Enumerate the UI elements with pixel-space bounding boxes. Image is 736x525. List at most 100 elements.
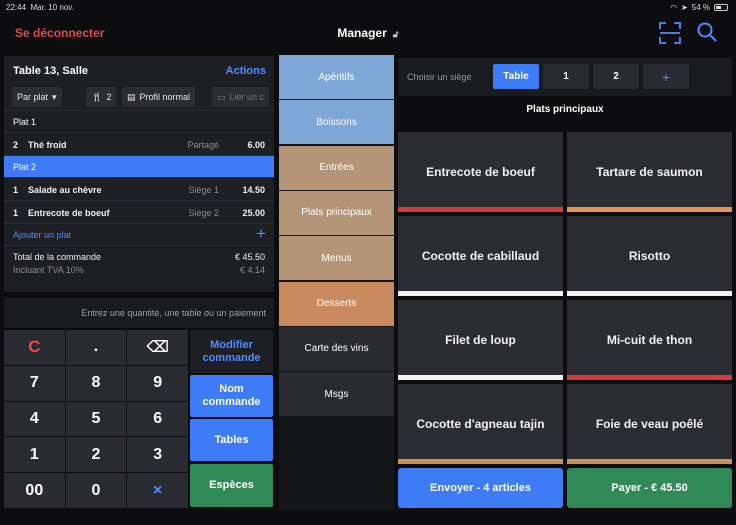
order-panel: Table 13, Salle Actions Par plat ▾ 🍴︎ 2 ▤ P…	[4, 56, 274, 292]
pay-button[interactable]: Payer - € 45.50	[567, 468, 732, 508]
search-icon[interactable]	[697, 22, 717, 42]
send-button[interactable]: Envoyer - 4 articles	[398, 468, 563, 508]
guests-chip[interactable]: 🍴︎ 2	[86, 87, 117, 107]
dish-button[interactable]: Cocotte de cabillaud	[398, 216, 563, 296]
multiply-key[interactable]: ×	[127, 473, 188, 508]
profile-icon: ▤	[127, 91, 136, 102]
category-entr-es[interactable]: Entrées	[279, 145, 394, 190]
dish-color-bar	[567, 207, 732, 212]
menu-category-title: Plats principaux	[526, 104, 604, 115]
add-dish-label: Ajouter un plat	[13, 230, 72, 240]
order-line[interactable]: 1 Salade au chèvre Siège 1 14.50	[4, 177, 274, 200]
keypad-key[interactable]: 0	[65, 473, 127, 508]
mode-select[interactable]: Par plat ▾	[12, 87, 62, 107]
dish-button[interactable]: Risotto	[567, 216, 732, 296]
order-header: Table 13, Salle Actions	[4, 56, 274, 86]
scan-icon[interactable]	[659, 22, 681, 44]
dish-button[interactable]: Entrecote de boeuf	[398, 132, 563, 212]
dish-name: Cocotte de cabillaud	[421, 249, 540, 263]
course-header-active[interactable]: Plat 2	[4, 155, 274, 177]
battery-text: 54 %	[691, 3, 710, 12]
page-title: Manager 🔓︎	[0, 26, 736, 40]
dish-button[interactable]: Foie de veau poêlé	[567, 384, 732, 464]
category-list: Apéritifs Boissons Entrées Plats principaux…	[279, 55, 394, 510]
page-title-text: Manager	[337, 26, 387, 40]
add-dish-row[interactable]: Ajouter un plat +	[4, 223, 274, 245]
dish-name: Filet de loup	[445, 333, 516, 347]
dish-name: Entrecote de boeuf	[426, 165, 535, 179]
status-time: 22:44 Mar. 10 nov.	[6, 3, 74, 12]
wifi-icon: ◠	[670, 3, 678, 12]
plus-icon[interactable]: +	[256, 224, 266, 244]
course-header[interactable]: Plat 1	[4, 110, 274, 132]
table-name: Table 13, Salle	[13, 65, 89, 77]
keypad-actions: Modifier commande Nom commande Tables Es…	[189, 330, 274, 508]
keypad-display[interactable]: Entrez une quantité, une table ou un pai…	[4, 298, 274, 328]
dish-color-bar	[398, 459, 563, 464]
actions-button[interactable]: Actions	[226, 65, 266, 77]
keypad-key[interactable]: 9	[127, 365, 188, 401]
order-options: Par plat ▾ 🍴︎ 2 ▤ Profil normal ▭ Lier un c	[4, 86, 274, 110]
category-plats-principaux[interactable]: Plats principaux	[279, 190, 394, 235]
dish-name: Tartare de saumon	[596, 165, 703, 179]
top-nav: Se déconnecter Manager 🔓︎	[0, 14, 736, 52]
category-menus[interactable]: Menus	[279, 236, 394, 281]
dish-color-bar	[398, 375, 563, 380]
add-seat-button[interactable]: +	[643, 64, 689, 89]
battery-icon	[714, 4, 728, 11]
keypad-key[interactable]: 4	[4, 401, 65, 437]
category-carte-des-vins[interactable]: Carte des vins	[279, 326, 394, 371]
keypad-key[interactable]: 6	[127, 401, 188, 437]
keypad-key[interactable]: 2	[65, 437, 127, 473]
link-chip[interactable]: ▭ Lier un c	[212, 87, 270, 107]
seat-1-button[interactable]: 1	[543, 64, 589, 89]
numeric-keypad: C. ⌫ 7 8 9 4 5 6 1 2 3 00 0 ×	[4, 330, 188, 508]
keypad-key[interactable]: 7	[4, 365, 65, 401]
keypad-key[interactable]: 1	[4, 437, 65, 473]
keypad-key[interactable]: .	[65, 330, 127, 365]
dish-button[interactable]: Tartare de saumon	[567, 132, 732, 212]
modify-order-button[interactable]: Modifier commande	[190, 330, 273, 373]
status-bar: 22:44 Mar. 10 nov. ◠ ➤ 54 %	[0, 0, 736, 14]
dish-color-bar	[398, 291, 563, 296]
dish-color-bar	[567, 375, 732, 380]
dish-button[interactable]: Filet de loup	[398, 300, 563, 380]
lock-icon[interactable]: 🔓︎	[393, 29, 399, 40]
seat-label: Choisir un siège	[407, 72, 472, 82]
tables-button[interactable]: Tables	[190, 419, 273, 461]
clear-key[interactable]: C	[4, 330, 65, 365]
dish-name: Foie de veau poêlé	[595, 417, 704, 431]
total-label: Total de la commande	[13, 252, 102, 262]
order-line[interactable]: 2 Thé froid Partagé 6.00	[4, 132, 274, 155]
category-boissons[interactable]: Boissons	[279, 100, 394, 145]
battery-level	[716, 6, 722, 9]
keypad-key[interactable]: 3	[127, 437, 188, 473]
category-desserts[interactable]: Desserts	[279, 281, 394, 326]
keypad-key[interactable]: 8	[65, 365, 127, 401]
vat-value: € 4.14	[239, 265, 265, 275]
status-right: ◠ ➤ 54 %	[670, 3, 728, 12]
seat-selector: Choisir un siège Table 1 2 +	[398, 58, 732, 96]
keypad-key[interactable]: 00	[4, 473, 65, 508]
dish-name: Risotto	[628, 249, 671, 263]
cutlery-icon: 🍴︎	[91, 91, 103, 102]
name-order-button[interactable]: Nom commande	[190, 375, 273, 417]
caret-down-icon: ▾	[52, 91, 57, 102]
keypad-key[interactable]: 5	[65, 401, 127, 437]
vat-label: Incluant TVA 10%	[13, 265, 84, 275]
dish-color-bar	[567, 291, 732, 296]
dish-color-bar	[567, 459, 732, 464]
category-ap-ritifs[interactable]: Apéritifs	[279, 55, 394, 99]
dish-button[interactable]: Mi-cuit de thon	[567, 300, 732, 380]
order-line[interactable]: 1 Entrecote de boeuf Siège 2 25.00	[4, 200, 274, 223]
seat-2-button[interactable]: 2	[593, 64, 639, 89]
seat-table-button[interactable]: Table	[493, 64, 539, 89]
profile-chip[interactable]: ▤ Profil normal	[122, 87, 196, 107]
order-totals: Total de la commande € 45.50 Incluant TV…	[4, 245, 274, 279]
location-icon: ➤	[681, 3, 688, 12]
dish-button[interactable]: Cocotte d'agneau tajin	[398, 384, 563, 464]
link-icon: ▭	[217, 91, 226, 102]
category-msgs[interactable]: Msgs	[279, 372, 394, 417]
cash-button[interactable]: Espèces	[190, 464, 273, 507]
backspace-key[interactable]: ⌫	[127, 330, 188, 365]
